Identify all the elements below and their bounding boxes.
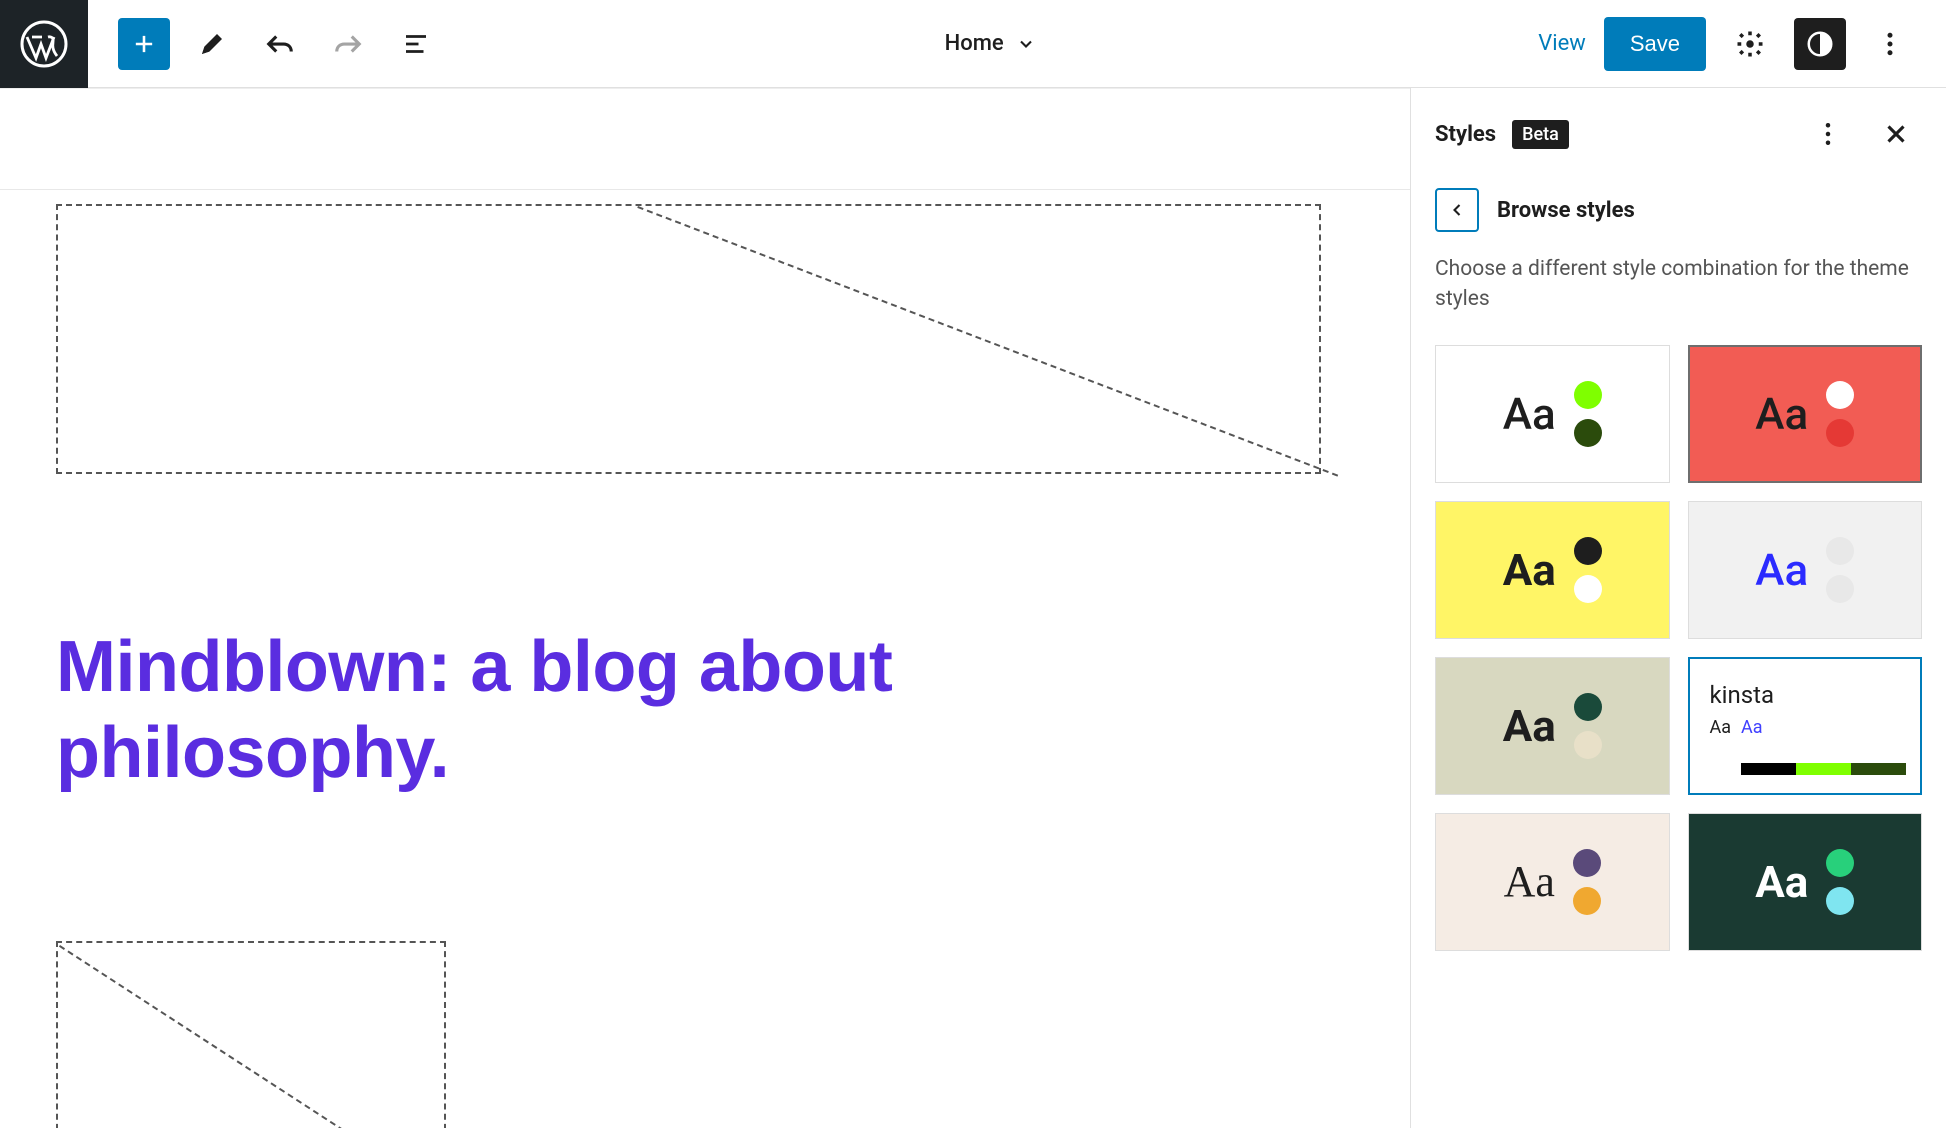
save-button[interactable]: Save — [1604, 17, 1706, 71]
style-color-dots — [1574, 693, 1602, 759]
main-wrapper: Mindblown: a blog about philosophy. Styl… — [0, 88, 1946, 1128]
image-placeholder-top[interactable] — [56, 204, 1321, 474]
back-button[interactable] — [1435, 188, 1479, 232]
browse-styles-section: Browse styles Choose a different style c… — [1411, 180, 1946, 335]
style-variation-card[interactable]: Aa — [1435, 501, 1670, 639]
document-overview-button[interactable] — [390, 18, 442, 70]
style-title: kinsta — [1710, 681, 1775, 709]
style-typography-sample: Aa — [1503, 388, 1556, 440]
browse-header: Browse styles — [1435, 188, 1922, 232]
image-placeholder-bottom[interactable] — [56, 941, 446, 1128]
style-color-dots — [1826, 381, 1854, 447]
styles-grid: Aa Aa Aa Aa Aa — [1411, 335, 1946, 961]
view-link[interactable]: View — [1538, 31, 1586, 56]
style-typography-sample: Aa — [1755, 544, 1808, 596]
add-block-button[interactable] — [118, 18, 170, 70]
template-label: Home — [945, 31, 1004, 56]
style-color-dots — [1826, 537, 1854, 603]
styles-sidebar: Styles Beta Browse styles Choose a diffe… — [1410, 88, 1946, 1128]
wordpress-logo[interactable] — [0, 0, 88, 88]
sidebar-title: Styles — [1435, 122, 1496, 147]
page-heading[interactable]: Mindblown: a blog about philosophy. — [56, 624, 1036, 797]
chevron-down-icon — [1016, 34, 1036, 54]
close-sidebar-button[interactable] — [1870, 108, 1922, 160]
style-variation-card[interactable]: Aa — [1435, 345, 1670, 483]
style-typography-sample: Aa — [1755, 388, 1808, 440]
chevron-left-icon — [1447, 200, 1467, 220]
style-variation-card[interactable]: Aa — [1435, 813, 1670, 951]
style-typography-sample: Aa — [1503, 544, 1556, 596]
style-variation-card[interactable]: kinsta AaAa — [1688, 657, 1923, 795]
style-color-bars — [1741, 763, 1906, 775]
style-typography-sample: Aa — [1755, 856, 1808, 908]
style-variation-card[interactable]: Aa — [1688, 501, 1923, 639]
style-typography-sample: AaAa — [1710, 717, 1763, 738]
style-color-dots — [1574, 537, 1602, 603]
canvas-divider — [0, 189, 1410, 190]
browse-description: Choose a different style combination for… — [1435, 254, 1922, 315]
toolbar-left-group — [88, 18, 442, 70]
more-options-button[interactable] — [1864, 18, 1916, 70]
toolbar-right-group: View Save — [1538, 17, 1946, 71]
style-variation-card[interactable]: Aa — [1688, 813, 1923, 951]
browse-title: Browse styles — [1497, 198, 1635, 223]
style-variation-card[interactable]: Aa — [1435, 657, 1670, 795]
top-toolbar: Home View Save — [0, 0, 1946, 88]
redo-button[interactable] — [322, 18, 374, 70]
settings-button[interactable] — [1724, 18, 1776, 70]
sidebar-more-button[interactable] — [1802, 108, 1854, 160]
undo-button[interactable] — [254, 18, 306, 70]
style-color-dots — [1574, 381, 1602, 447]
style-color-dots — [1573, 849, 1601, 915]
editor-canvas[interactable]: Mindblown: a blog about philosophy. — [0, 88, 1410, 1128]
sidebar-header: Styles Beta — [1411, 88, 1946, 180]
edit-button[interactable] — [186, 18, 238, 70]
styles-panel-button[interactable] — [1794, 18, 1846, 70]
beta-badge: Beta — [1512, 120, 1569, 149]
style-typography-sample: Aa — [1503, 700, 1556, 752]
template-selector[interactable]: Home — [442, 31, 1538, 56]
style-typography-sample: Aa — [1504, 856, 1555, 907]
style-variation-card[interactable]: Aa — [1688, 345, 1923, 483]
style-color-dots — [1826, 849, 1854, 915]
